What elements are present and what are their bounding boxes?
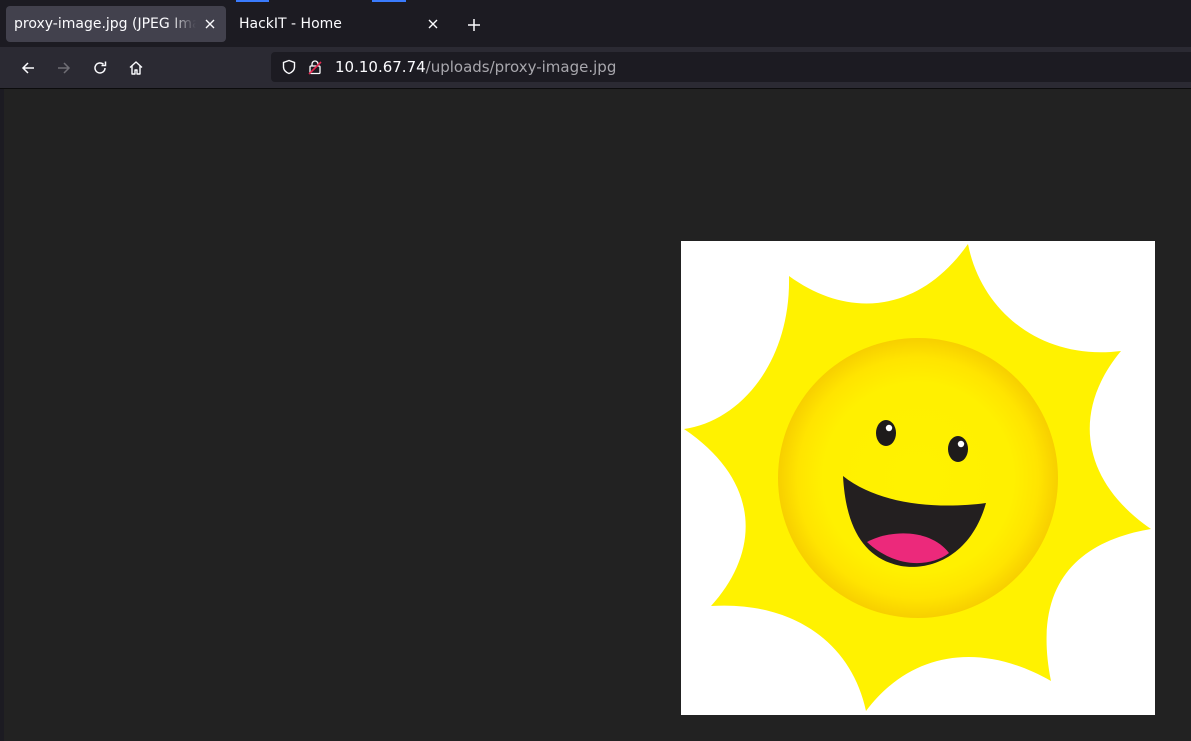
tab-strip-accent (236, 0, 269, 2)
close-icon[interactable] (200, 14, 220, 34)
navigation-toolbar: 10.10.67.74/uploads/proxy-image.jpg (0, 47, 1191, 89)
tab-strip: proxy-image.jpg (JPEG Image, 474 × 474 p… (0, 0, 1191, 47)
close-icon[interactable] (423, 14, 443, 34)
url-host: 10.10.67.74 (335, 58, 426, 76)
plus-icon[interactable] (461, 12, 487, 38)
insecure-lock-icon[interactable] (305, 57, 325, 77)
url-text[interactable]: 10.10.67.74/uploads/proxy-image.jpg (335, 58, 616, 76)
browser-window: proxy-image.jpg (JPEG Image, 474 × 474 p… (0, 0, 1191, 741)
proxy-image[interactable] (681, 241, 1155, 715)
address-bar[interactable]: 10.10.67.74/uploads/proxy-image.jpg (271, 52, 1191, 82)
smiling-sun-image (681, 241, 1155, 715)
arrow-right-icon[interactable] (51, 55, 77, 81)
url-path: /uploads/proxy-image.jpg (425, 58, 617, 76)
tab-strip-accent (372, 0, 406, 2)
image-viewer (4, 89, 1191, 741)
shield-icon[interactable] (279, 57, 299, 77)
arrow-left-icon[interactable] (15, 55, 41, 81)
tab-label: proxy-image.jpg (JPEG Image, 474 × 474 p… (14, 16, 196, 32)
home-icon[interactable] (123, 55, 149, 81)
reload-icon[interactable] (87, 55, 113, 81)
tab-label: HackIT - Home (239, 16, 342, 32)
tab-proxy-image[interactable]: proxy-image.jpg (JPEG Image, 474 × 474 p… (6, 6, 226, 42)
tab-hackit-home[interactable]: HackIT - Home (231, 6, 449, 42)
